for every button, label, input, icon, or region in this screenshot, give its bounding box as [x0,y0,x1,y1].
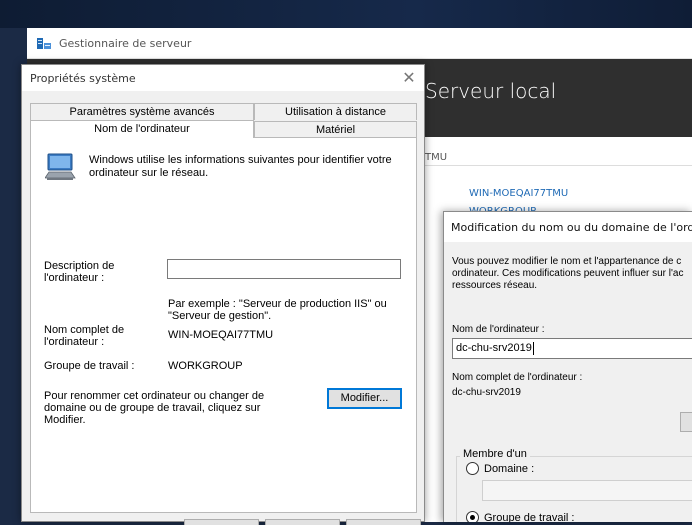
rename-description-line: ordinateur. Ces modifications peuvent in… [452,268,684,279]
rename-dialog-titlebar: Modification du nom ou du domaine de l'o… [444,212,692,242]
computer-name-panel: Windows utilise les informations suivant… [30,137,417,513]
tab-hardware[interactable]: Matériel [254,121,417,138]
computer-name-link[interactable]: WIN-MOEQAI77TMU [469,188,568,199]
computer-name-input[interactable]: dc-chu-srv2019 [452,338,692,359]
rename-description-line: Vous pouvez modifier le nom et l'apparte… [452,256,682,267]
description-input[interactable] [167,259,401,279]
dialog-title: Propriétés système [30,72,136,85]
full-name-value: WIN-MOEQAI77TMU [168,329,274,341]
computer-icon [45,153,76,180]
full-name-label: Nom complet de l'ordinateur : [44,324,125,348]
rename-dialog-title: Modification du nom ou du domaine de l'o… [451,221,692,234]
domain-option-label: Domaine : [484,463,535,475]
computer-name-input-value: dc-chu-srv2019 [456,342,532,354]
computer-name-label: Nom de l'ordinateur : [452,324,545,335]
ok-button[interactable] [184,519,259,525]
server-name-fragment: TMU [425,152,448,163]
dialog-titlebar: Propriétés système ✕ [22,65,424,91]
desktop-background [0,0,692,28]
info-text: Windows utilise les informations suivant… [89,154,392,179]
full-name-value: dc-chu-srv2019 [452,387,521,398]
domain-input[interactable] [482,480,692,501]
tab-remote[interactable]: Utilisation à distance [254,103,417,120]
system-properties-dialog: Propriétés système ✕ Paramètres système … [21,64,425,525]
tab-computer-name[interactable]: Nom de l'ordinateur [30,120,254,138]
workgroup-value: WORKGROUP [168,360,243,372]
server-manager-icon [37,38,51,49]
member-of-legend: Membre d'un [460,448,530,460]
apply-button[interactable] [346,519,421,525]
close-icon[interactable]: ✕ [400,68,418,88]
page-title: Serveur local [425,79,557,103]
rename-instructions: Pour renommer cet ordinateur ou changer … [44,390,265,426]
rename-description: Vous pouvez modifier le nom et l'apparte… [452,256,692,292]
more-button[interactable] [680,412,692,432]
server-manager-titlebar: Gestionnaire de serveur [27,28,692,59]
example-text: Par exemple : "Serveur de production IIS… [168,298,387,322]
domain-radio[interactable] [466,462,479,475]
description-label: Description de l'ordinateur : [44,260,115,284]
workgroup-option-label: Groupe de travail : [484,512,575,522]
rename-description-line: ressources réseau. [452,280,538,291]
tab-advanced-settings[interactable]: Paramètres système avancés [30,103,254,120]
server-manager-title: Gestionnaire de serveur [59,37,192,50]
rename-computer-dialog: Modification du nom ou du domaine de l'o… [443,211,692,522]
workgroup-radio[interactable] [466,511,479,522]
modify-button[interactable]: Modifier... [327,388,402,409]
workgroup-label: Groupe de travail : [44,360,135,372]
cancel-button[interactable] [265,519,340,525]
text-caret [532,341,534,355]
full-name-label: Nom complet de l'ordinateur : [452,372,583,383]
section-divider [425,165,692,166]
